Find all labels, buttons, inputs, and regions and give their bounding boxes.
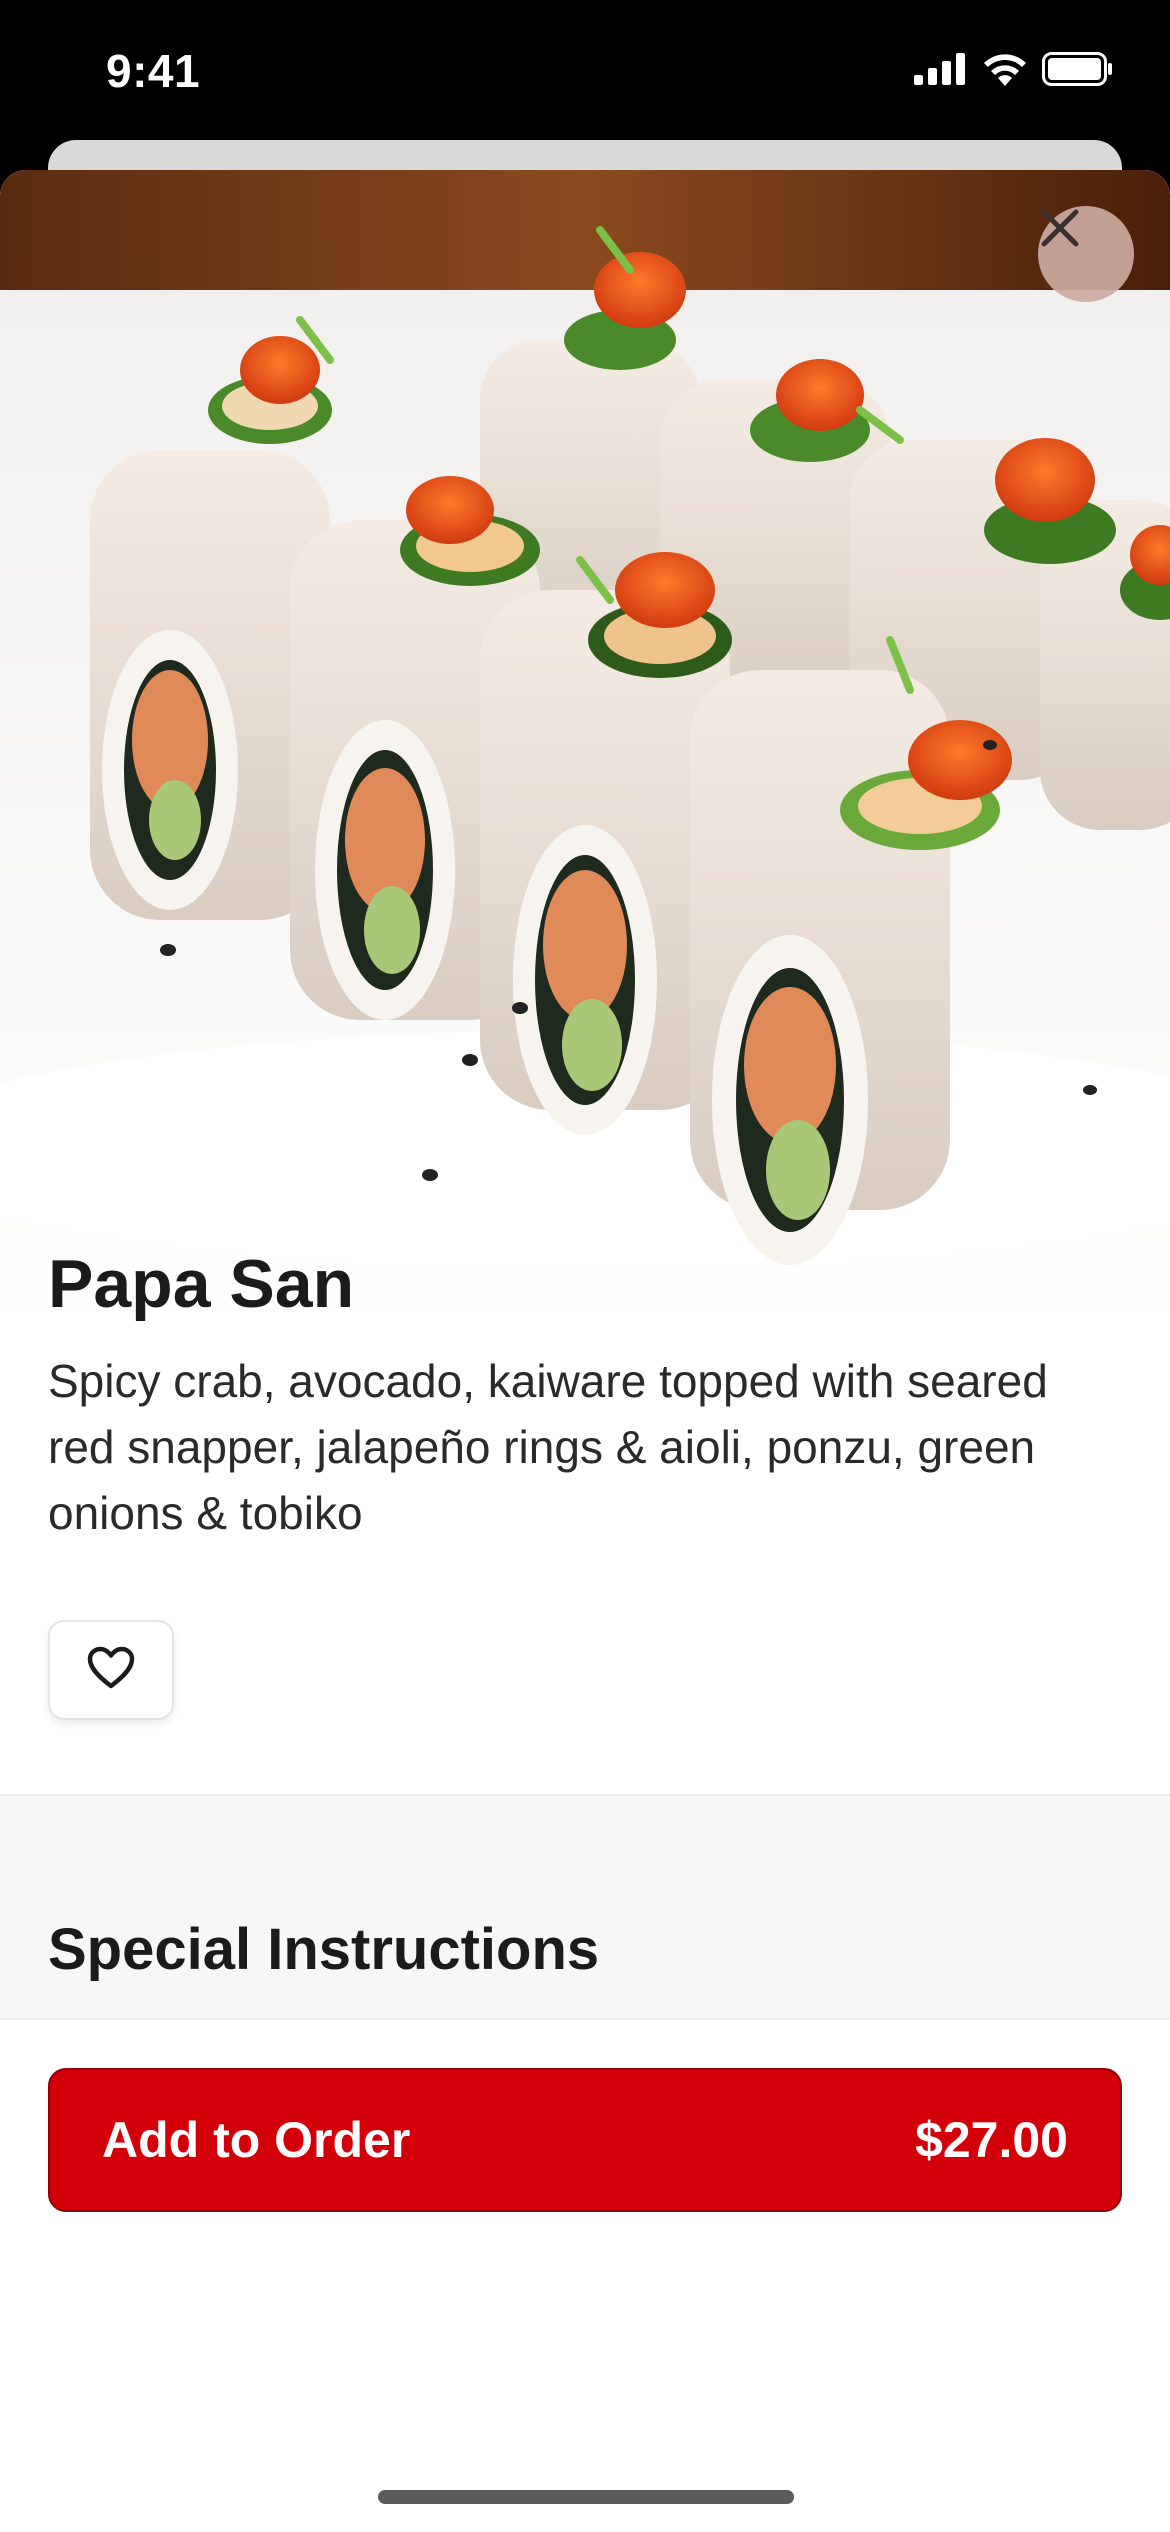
- add-to-order-button[interactable]: Add to Order $27.00: [48, 2068, 1122, 2212]
- favorite-button[interactable]: [48, 1620, 174, 1720]
- signal-icon: [914, 53, 968, 85]
- status-time: 9:41: [106, 45, 201, 97]
- status-bar: 9:41: [0, 0, 1170, 150]
- bottom-action-bar: Add to Order $27.00: [0, 2018, 1170, 2362]
- special-instructions-heading: Special Instructions: [48, 1917, 600, 1982]
- wifi-icon: [982, 52, 1028, 86]
- add-to-order-price: $27.00: [915, 2112, 1068, 2168]
- heart-icon: [87, 1646, 135, 1695]
- item-photo: [0, 170, 1170, 1340]
- item-description: Spicy crab, avocado, kaiware topped with…: [48, 1355, 1048, 1539]
- special-instructions-section: Special Instructions: [0, 1794, 1170, 2054]
- battery-icon: [1042, 52, 1114, 86]
- add-to-order-label: Add to Order: [102, 2112, 411, 2168]
- item-title: Papa San: [48, 1246, 355, 1322]
- status-icons: [914, 52, 1114, 86]
- home-indicator: [378, 2490, 794, 2504]
- close-button[interactable]: [1038, 206, 1134, 302]
